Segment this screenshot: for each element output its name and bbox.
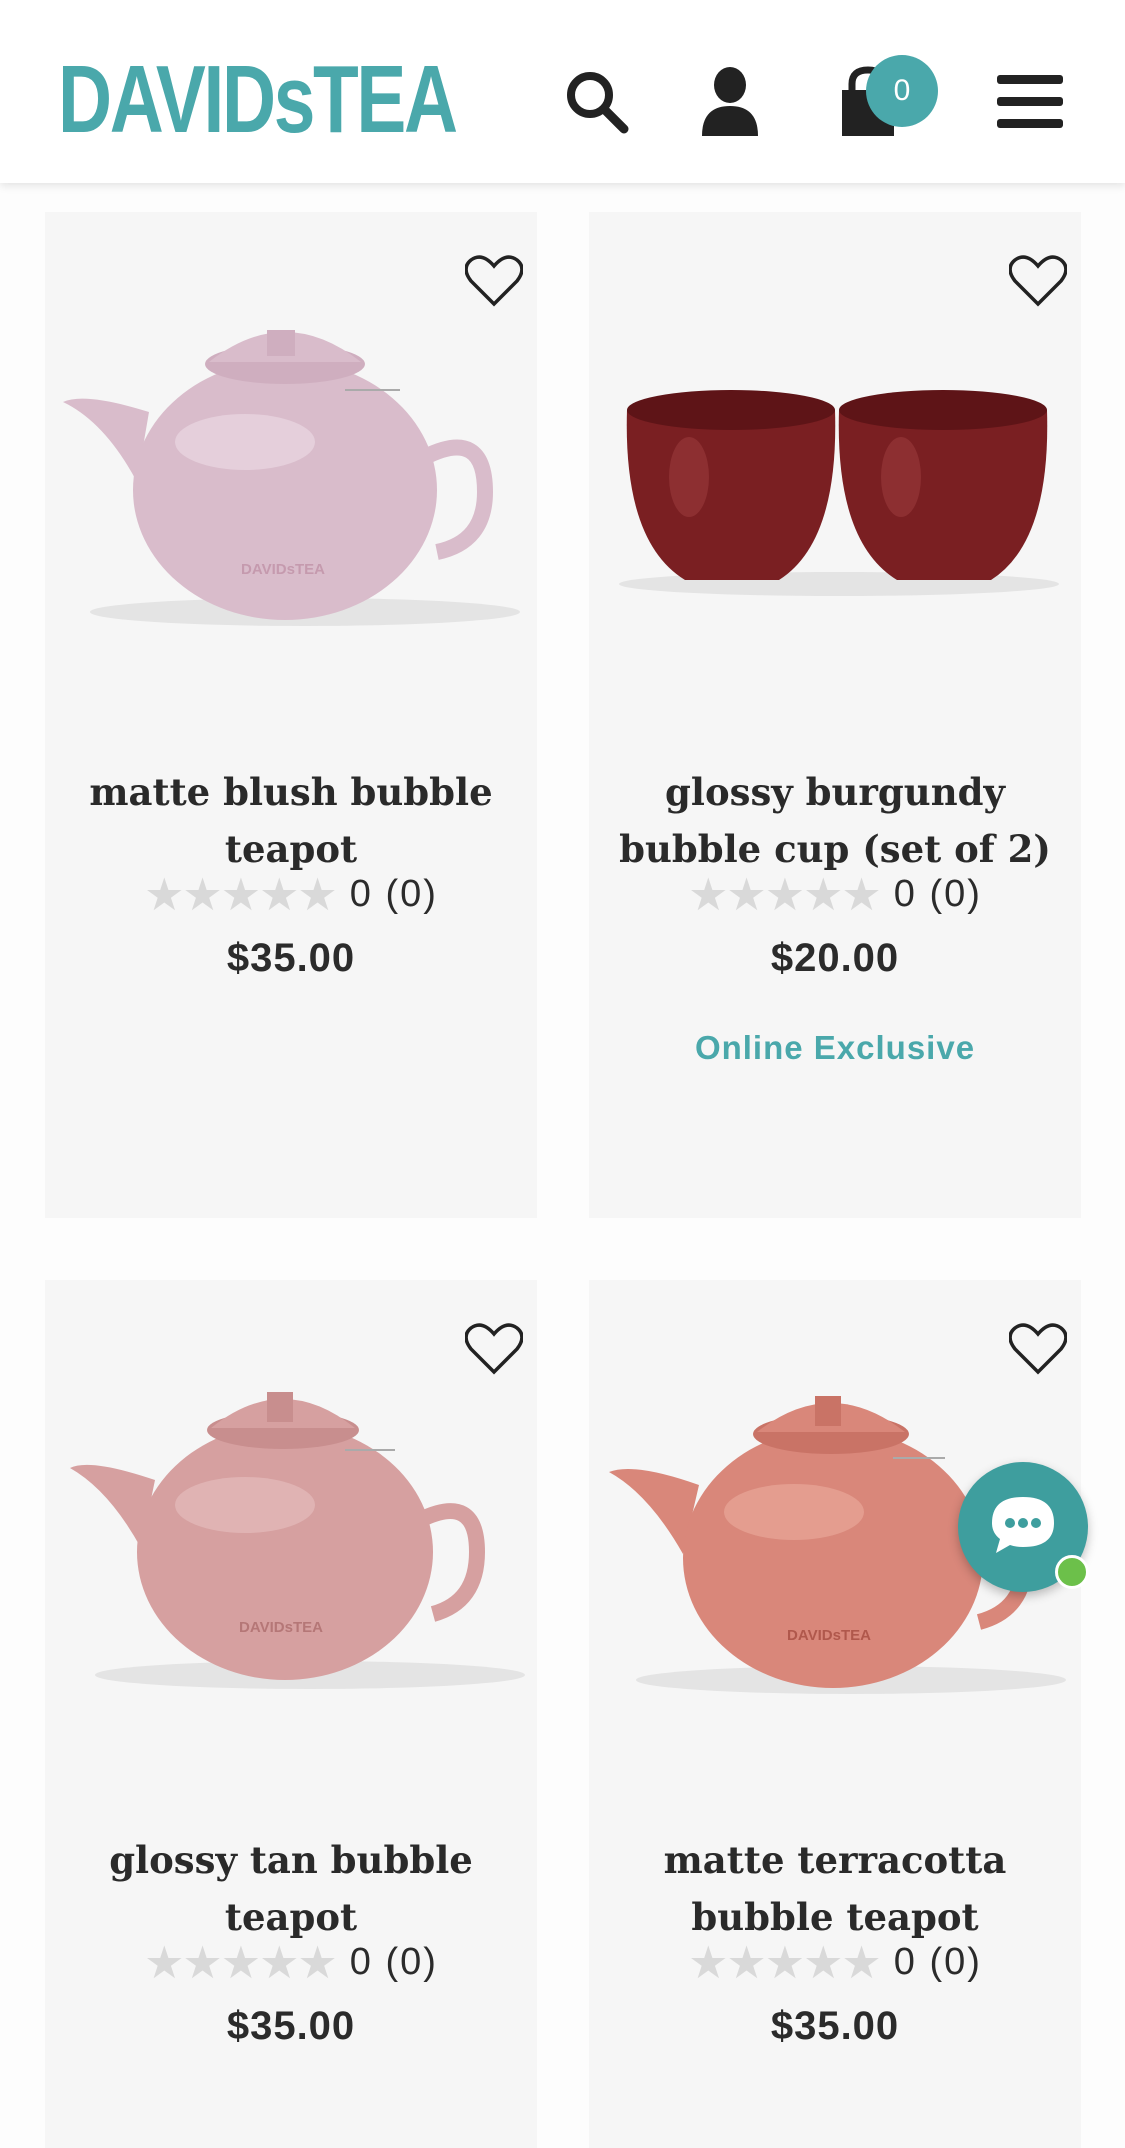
- product-price: $35.00: [226, 936, 356, 980]
- chat-online-indicator: [1055, 1555, 1089, 1589]
- rating-stars-icon: ★★★★★: [144, 869, 338, 920]
- product-rating: ★★★★★ 0 (0): [45, 872, 537, 917]
- product-title[interactable]: matte terracotta bubble teapot: [609, 1832, 1061, 1946]
- search-icon: [562, 67, 632, 137]
- cart-count-badge[interactable]: 0: [866, 55, 938, 127]
- product-title[interactable]: matte blush bubble teapot: [65, 764, 517, 878]
- account-button[interactable]: [690, 62, 770, 142]
- heart-icon: [1008, 1323, 1068, 1380]
- product-image-label: DAVIDsTEA: [239, 1619, 323, 1636]
- product-image-label: DAVIDsTEA: [787, 1627, 871, 1644]
- heart-icon: [464, 255, 524, 312]
- product-image-label: DAVIDsTEA: [241, 561, 325, 578]
- site-header: DAVIDsTEA 0: [0, 0, 1125, 183]
- product-price: $20.00: [770, 936, 900, 980]
- wishlist-button[interactable]: [464, 1322, 524, 1376]
- product-card[interactable]: DAVIDsTEA glossy tan bubble teapot ★★★★★…: [45, 1280, 537, 2148]
- rating-stars-icon: ★★★★★: [144, 1937, 338, 1988]
- rating-stars-icon: ★★★★★: [688, 869, 882, 920]
- product-image[interactable]: [589, 212, 1081, 772]
- heart-icon: [464, 1323, 524, 1380]
- rating-count: 0 (0): [893, 873, 982, 915]
- product-image[interactable]: DAVIDsTEA: [45, 1280, 537, 1840]
- product-title[interactable]: glossy tan bubble teapot: [65, 1832, 517, 1946]
- product-title[interactable]: glossy burgundy bubble cup (set of 2): [609, 764, 1061, 878]
- online-exclusive-badge: Online Exclusive: [694, 1029, 976, 1066]
- menu-button[interactable]: [990, 62, 1070, 142]
- brand-logo[interactable]: DAVIDsTEA: [58, 52, 458, 148]
- wishlist-button[interactable]: [1008, 1322, 1068, 1376]
- rating-count: 0 (0): [349, 873, 438, 915]
- product-card[interactable]: DAVIDsTEA matte terracotta bubble teapot…: [589, 1280, 1081, 2148]
- product-rating: ★★★★★ 0 (0): [589, 1940, 1081, 1985]
- product-card[interactable]: glossy burgundy bubble cup (set of 2) ★★…: [589, 212, 1081, 1218]
- rating-count: 0 (0): [893, 1941, 982, 1983]
- product-price: $35.00: [770, 2004, 900, 2048]
- product-rating: ★★★★★ 0 (0): [589, 872, 1081, 917]
- search-button[interactable]: [557, 62, 637, 142]
- rating-count: 0 (0): [349, 1941, 438, 1983]
- wishlist-button[interactable]: [1008, 254, 1068, 308]
- heart-icon: [1008, 255, 1068, 312]
- wishlist-button[interactable]: [464, 254, 524, 308]
- product-card[interactable]: DAVIDsTEA matte blush bubble teapot ★★★★…: [45, 212, 537, 1218]
- rating-stars-icon: ★★★★★: [688, 1937, 882, 1988]
- menu-icon: [997, 73, 1063, 131]
- account-icon: [698, 66, 762, 138]
- chat-icon: [988, 1493, 1058, 1562]
- product-rating: ★★★★★ 0 (0): [45, 1940, 537, 1985]
- product-image[interactable]: DAVIDsTEA: [45, 212, 537, 772]
- product-price: $35.00: [226, 2004, 356, 2048]
